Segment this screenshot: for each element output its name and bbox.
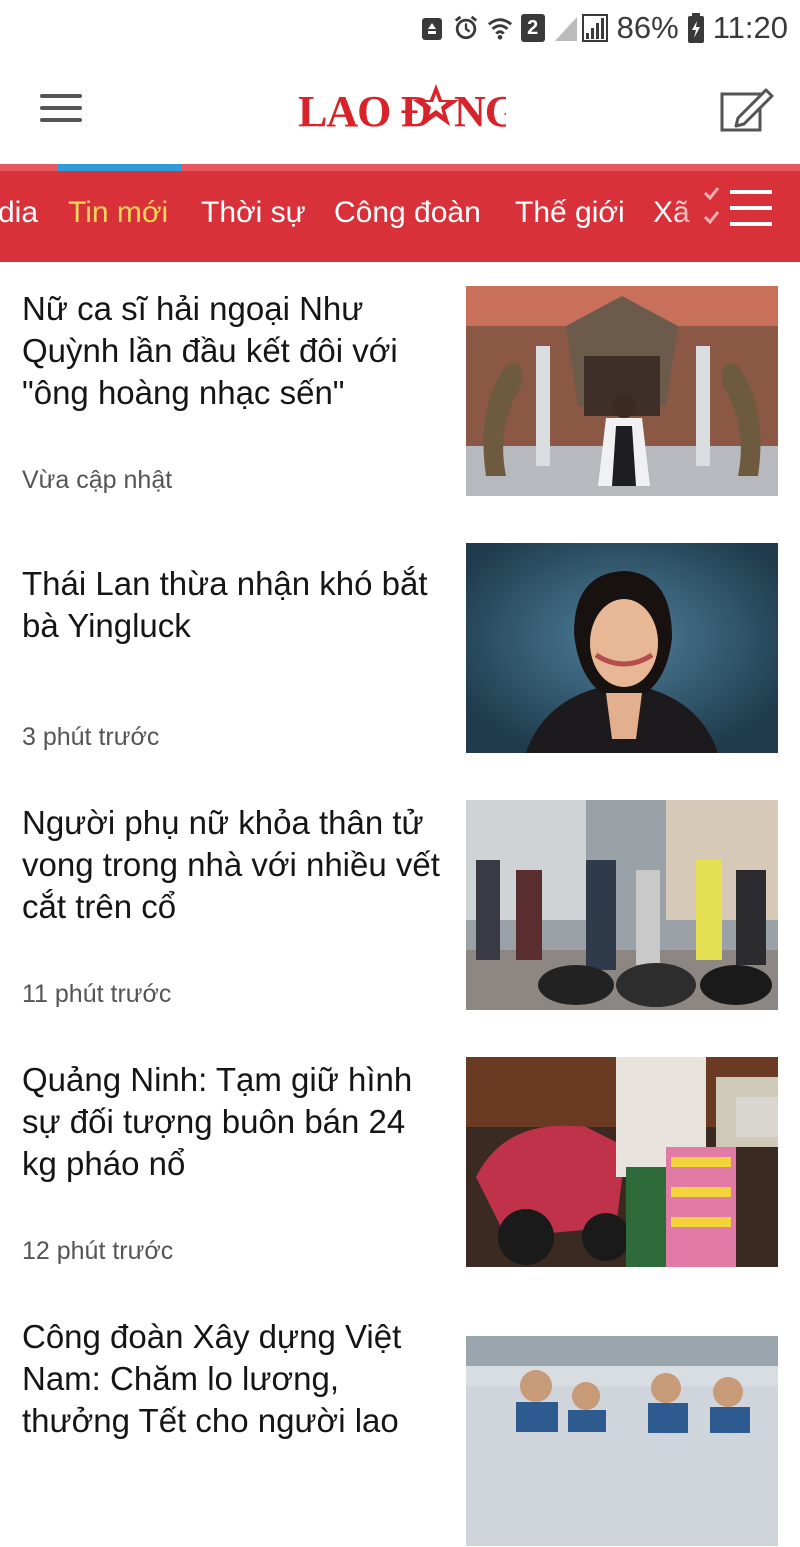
article-time: 3 phút trước bbox=[22, 723, 160, 751]
article-time: 11 phút trước bbox=[22, 980, 172, 1008]
tab-thoi-su[interactable]: Thời sự bbox=[201, 196, 306, 230]
article-title[interactable]: Công đoàn Xây dựng Việt Nam: Chăm lo lươ… bbox=[22, 1316, 446, 1442]
article-title[interactable]: Người phụ nữ khỏa thân tử vong trong nhà… bbox=[22, 802, 446, 928]
article-thumbnail[interactable] bbox=[466, 800, 778, 1010]
article-time: 12 phút trước bbox=[22, 1237, 174, 1265]
category-menu-icon[interactable] bbox=[702, 184, 782, 244]
hamburger-menu-icon[interactable] bbox=[36, 86, 88, 130]
article-thumbnail[interactable] bbox=[466, 286, 778, 496]
compose-icon[interactable] bbox=[718, 86, 774, 134]
alarm-icon bbox=[453, 14, 479, 42]
article-item[interactable]: Công đoàn Xây dựng Việt Nam: Chăm lo lươ… bbox=[0, 1290, 800, 1547]
article-thumbnail[interactable] bbox=[466, 1057, 778, 1267]
battery-percent: 86% bbox=[616, 10, 679, 45]
app-bar: LAO Đ NG bbox=[0, 56, 800, 164]
tab-media[interactable]: dia bbox=[0, 196, 38, 230]
article-item[interactable]: Người phụ nữ khỏa thân tử vong trong nhà… bbox=[0, 776, 800, 1035]
svg-text:LAO Đ: LAO Đ bbox=[298, 87, 431, 136]
battery-icon bbox=[687, 13, 705, 43]
tab-the-gioi[interactable]: Thế giới bbox=[515, 196, 625, 230]
wifi-icon bbox=[487, 14, 513, 42]
svg-text:NG: NG bbox=[454, 87, 506, 136]
article-title[interactable]: Quảng Ninh: Tạm giữ hình sự đối tượng bu… bbox=[22, 1059, 446, 1185]
article-title[interactable]: Thái Lan thừa nhận khó bắt bà Yingluck bbox=[22, 563, 446, 647]
category-tabs: dia Tin mới Thời sự Công đoàn Thế giới X… bbox=[0, 164, 800, 262]
tab-tin-moi[interactable]: Tin mới bbox=[68, 196, 168, 230]
tab-active-indicator bbox=[58, 164, 182, 171]
clock: 11:20 bbox=[712, 10, 788, 45]
article-title[interactable]: Nữ ca sĩ hải ngoại Như Quỳnh lần đầu kết… bbox=[22, 288, 446, 414]
article-item[interactable]: Quảng Ninh: Tạm giữ hình sự đối tượng bu… bbox=[0, 1033, 800, 1292]
signal-icon bbox=[553, 14, 609, 42]
tab-cong-doan[interactable]: Công đoàn bbox=[334, 196, 481, 230]
article-thumbnail[interactable] bbox=[466, 543, 778, 753]
article-item[interactable]: Thái Lan thừa nhận khó bắt bà Yingluck 3… bbox=[0, 519, 800, 778]
sim-badge: 2 bbox=[520, 14, 545, 42]
status-bar: 2 86% 11:20 bbox=[0, 0, 800, 56]
article-item[interactable]: Nữ ca sĩ hải ngoại Như Quỳnh lần đầu kết… bbox=[0, 262, 800, 521]
article-time: Vừa cập nhật bbox=[22, 466, 173, 494]
lao-dong-logo[interactable]: LAO Đ NG bbox=[296, 82, 520, 136]
recycle-icon bbox=[419, 14, 445, 42]
article-thumbnail[interactable] bbox=[466, 1336, 778, 1546]
